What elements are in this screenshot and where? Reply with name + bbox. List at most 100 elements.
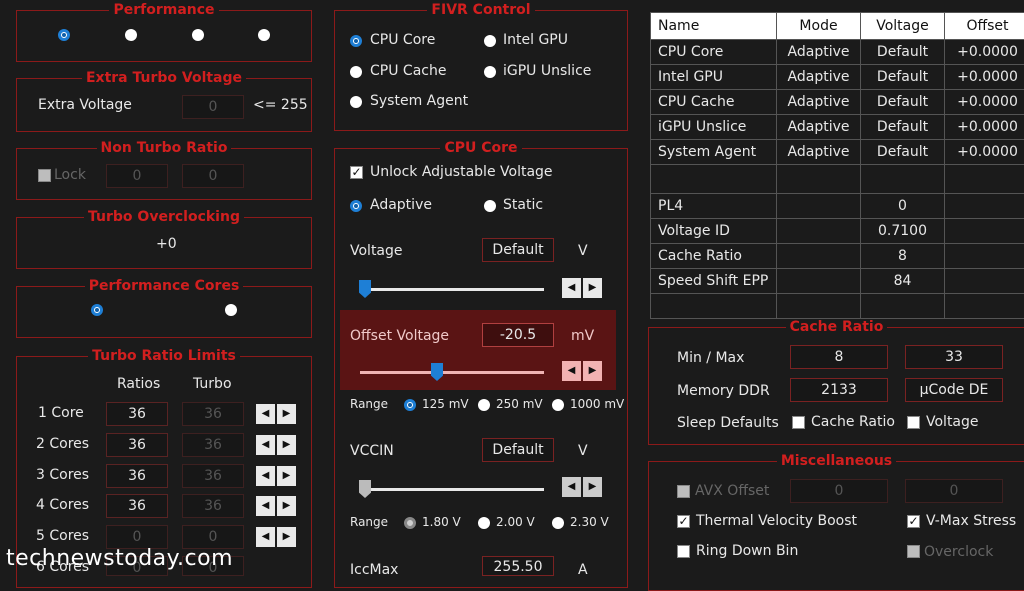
core-count-label: 4 Cores [36,497,89,513]
range-radio-250[interactable] [478,399,490,411]
arrow-left-icon[interactable]: ◀ [562,361,581,381]
range-radio-1000[interactable] [552,399,564,411]
fivr-radio-igpu-unslice[interactable] [484,66,496,78]
arrow-left-icon[interactable]: ◀ [562,477,581,497]
table-row[interactable] [651,294,1024,319]
offset-voltage-input[interactable]: -20.5 [482,323,554,347]
vccin-slider-track[interactable] [360,488,544,491]
turbo-input[interactable]: 36 [182,464,244,488]
fivr-radio-cpu-core[interactable] [350,35,362,47]
thermal-velocity-boost-label: Thermal Velocity Boost [696,513,857,529]
ratio-stepper[interactable]: ◀▶ [256,496,296,516]
arrow-right-icon[interactable]: ▶ [277,466,296,486]
avx-offset-input-1[interactable]: 0 [790,479,888,503]
table-cell: Adaptive [777,140,861,165]
arrow-left-icon[interactable]: ◀ [256,527,275,547]
fivr-radio-system-agent[interactable] [350,96,362,108]
performance-radio-3[interactable] [192,29,204,41]
turbo-input[interactable]: 36 [182,433,244,457]
memory-ddr-input[interactable]: 2133 [790,378,888,402]
arrow-right-icon[interactable]: ▶ [583,278,602,298]
performance-radio-4[interactable] [258,29,270,41]
ucode-de-button[interactable]: µCode DE [905,378,1003,402]
fivr-radio-cpu-cache[interactable] [350,66,362,78]
arrow-right-icon[interactable]: ▶ [277,496,296,516]
arrow-right-icon[interactable]: ▶ [583,361,602,381]
performance-cores-radio-2[interactable] [225,304,237,316]
static-radio[interactable] [484,200,496,212]
table-row[interactable]: iGPU UnsliceAdaptiveDefault+0.0000 [651,115,1024,140]
column-header[interactable]: Name [651,13,777,40]
ratio-input[interactable]: 36 [106,402,168,426]
table-header-row: Name Mode Voltage Offset [651,13,1024,40]
performance-radio-2[interactable] [125,29,137,41]
ratio-stepper[interactable]: ◀▶ [256,404,296,424]
ratio-input[interactable]: 36 [106,433,168,457]
overclock-checkbox[interactable] [907,545,920,558]
voltage-stepper[interactable]: ◀▶ [562,278,602,298]
ring-down-bin-checkbox[interactable] [677,545,690,558]
offset-slider-track[interactable] [360,371,544,374]
arrow-left-icon[interactable]: ◀ [256,496,275,516]
arrow-left-icon[interactable]: ◀ [256,435,275,455]
arrow-left-icon[interactable]: ◀ [562,278,581,298]
table-row[interactable]: Speed Shift EPP84 [651,269,1024,294]
arrow-right-icon[interactable]: ▶ [277,435,296,455]
fivr-label-system-agent: System Agent [370,93,468,109]
voltage-checkbox[interactable] [907,416,920,429]
arrow-left-icon[interactable]: ◀ [256,466,275,486]
non-turbo-ratio-input-2[interactable]: 0 [182,164,244,188]
iccmax-input[interactable]: 255.50 [482,556,554,576]
table-row[interactable]: System AgentAdaptiveDefault+0.0000 [651,140,1024,165]
vccin-input[interactable]: Default [482,438,554,462]
vccin-range-radio-180[interactable] [404,517,416,529]
lock-checkbox[interactable] [38,169,51,182]
extra-voltage-input[interactable]: 0 [182,95,244,119]
non-turbo-ratio-input-1[interactable]: 0 [106,164,168,188]
ratio-input[interactable]: 36 [106,464,168,488]
arrow-right-icon[interactable]: ▶ [277,527,296,547]
vmax-stress-checkbox[interactable]: ✓ [907,515,920,528]
cache-min-input[interactable]: 8 [790,345,888,369]
column-header[interactable]: Voltage [861,13,945,40]
offset-stepper[interactable]: ◀▶ [562,361,602,381]
performance-radio-1[interactable] [58,29,70,41]
column-header[interactable]: Mode [777,13,861,40]
table-row[interactable]: Cache Ratio8 [651,244,1024,269]
arrow-right-icon[interactable]: ▶ [277,404,296,424]
arrow-left-icon[interactable]: ◀ [256,404,275,424]
vccin-range-radio-230[interactable] [552,517,564,529]
fivr-radio-intel-gpu[interactable] [484,35,496,47]
table-row[interactable]: Voltage ID0.7100 [651,219,1024,244]
thermal-velocity-boost-checkbox[interactable]: ✓ [677,515,690,528]
turbo-input[interactable]: 36 [182,494,244,518]
vccin-stepper[interactable]: ◀▶ [562,477,602,497]
ratio-stepper[interactable]: ◀▶ [256,435,296,455]
ratio-stepper[interactable]: ◀▶ [256,527,296,547]
cache-max-input[interactable]: 33 [905,345,1003,369]
table-row[interactable]: Intel GPUAdaptiveDefault+0.0000 [651,65,1024,90]
ratio-input[interactable]: 36 [106,494,168,518]
adaptive-radio[interactable] [350,200,362,212]
unlock-voltage-checkbox[interactable]: ✓ [350,166,363,179]
vccin-range-label-180: 1.80 V [422,515,461,529]
vccin-label: VCCIN [350,443,394,459]
range-radio-125[interactable] [404,399,416,411]
ratio-stepper[interactable]: ◀▶ [256,466,296,486]
arrow-right-icon[interactable]: ▶ [583,477,602,497]
table-cell: iGPU Unslice [651,115,777,140]
column-header[interactable]: Offset [945,13,1024,40]
voltage-slider-track[interactable] [360,288,544,291]
voltage-input[interactable]: Default [482,238,554,262]
table-row[interactable] [651,165,1024,194]
avx-offset-checkbox[interactable] [677,485,690,498]
turbo-input[interactable]: 36 [182,402,244,426]
avx-offset-input-2[interactable]: 0 [905,479,1003,503]
vccin-range-radio-200[interactable] [478,517,490,529]
cache-ratio-checkbox[interactable] [792,416,805,429]
table-cell: 0 [861,194,945,219]
table-row[interactable]: CPU CacheAdaptiveDefault+0.0000 [651,90,1024,115]
table-row[interactable]: PL40 [651,194,1024,219]
performance-cores-radio-1[interactable] [91,304,103,316]
table-row[interactable]: CPU CoreAdaptiveDefault+0.0000 [651,40,1024,65]
